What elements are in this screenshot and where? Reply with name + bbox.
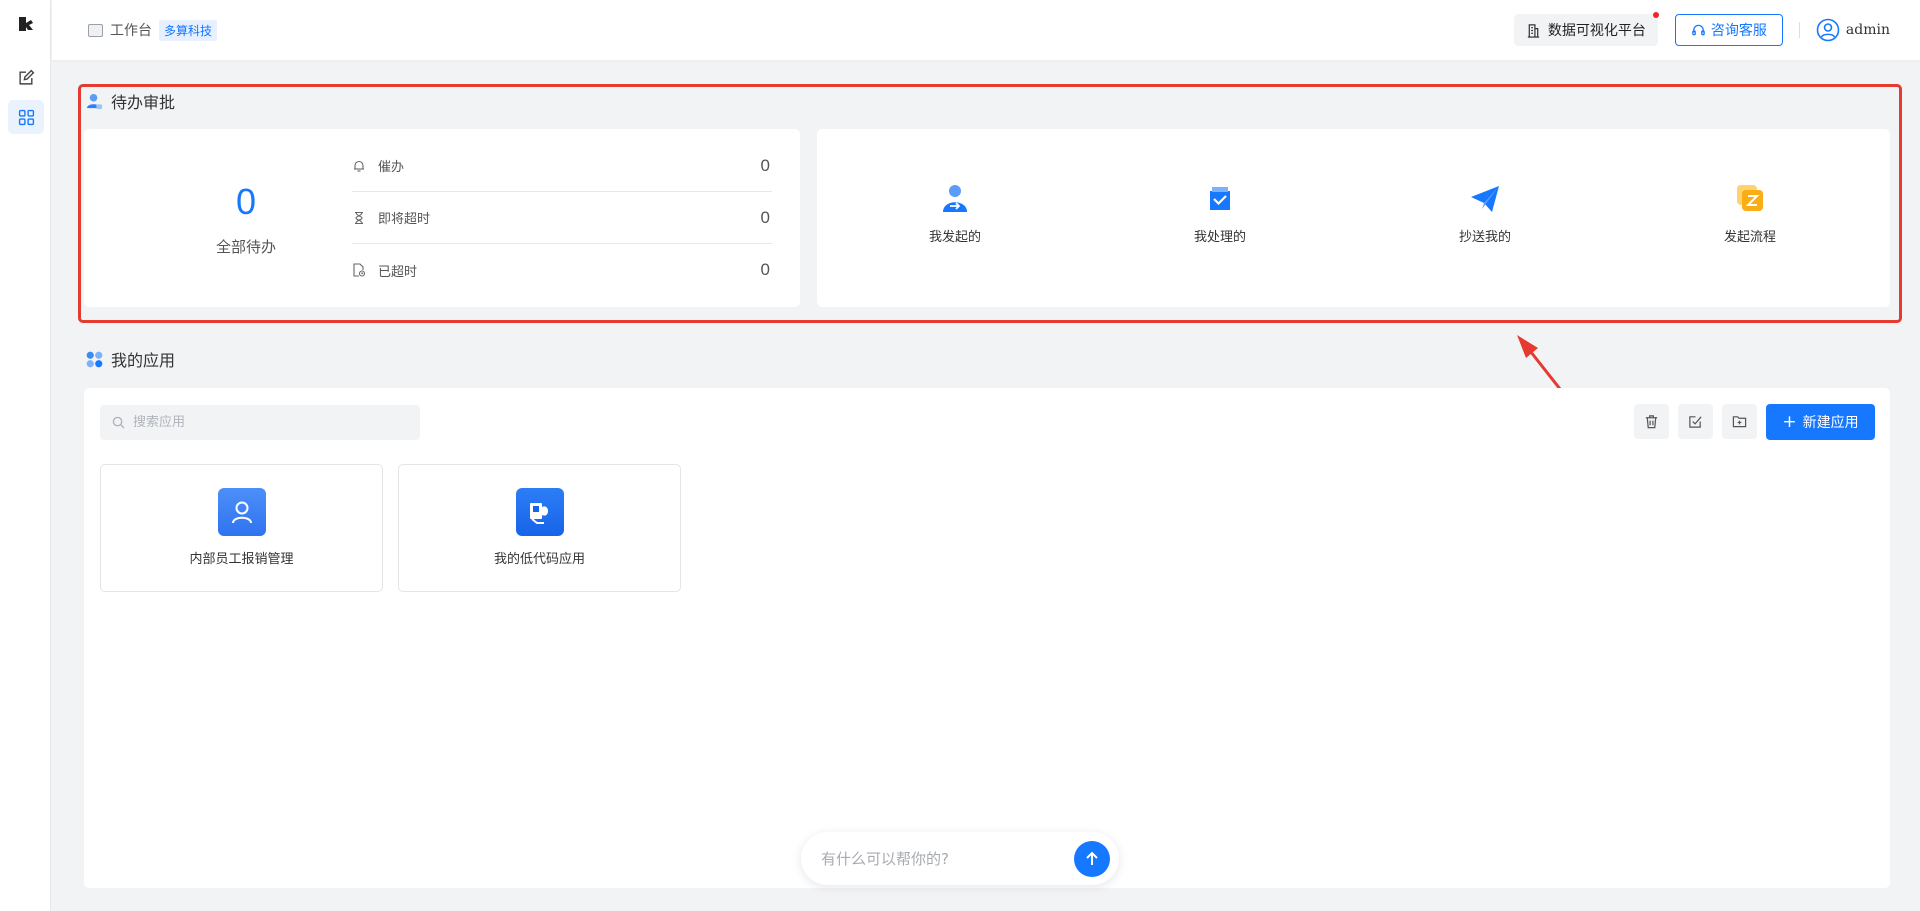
app-card-lowcode[interactable]: 我的低代码应用 <box>398 464 681 592</box>
assistant-chat <box>801 832 1119 885</box>
quick-label: 发起流程 <box>1723 230 1776 245</box>
quick-start-process[interactable]: 发起流程 <box>1690 182 1810 245</box>
app-name: 内部员工报销管理 <box>189 552 294 567</box>
send-button[interactable] <box>1074 841 1110 877</box>
hourglass-icon <box>355 211 363 224</box>
quick-cc-me[interactable]: 抄送我的 <box>1425 182 1545 245</box>
quick-handled-by-me[interactable]: 我处理的 <box>1160 182 1280 245</box>
new-folder-button[interactable] <box>1722 404 1757 439</box>
camera-app-icon <box>529 503 548 524</box>
breadcrumb: 工作台 多算科技 <box>88 19 218 41</box>
apps-title: 我的应用 <box>111 351 176 370</box>
logo-icon[interactable] <box>16 14 36 34</box>
todo-row-soon-timeout[interactable]: 即将超时 0 <box>352 192 772 244</box>
todo-row-value: 0 <box>760 260 770 279</box>
todo-row-urge[interactable]: 催办 0 <box>352 140 772 192</box>
header-actions: 数据可视化平台 咨询客服 admin <box>1513 12 1890 47</box>
app-icon-tile <box>515 488 564 536</box>
trash-icon <box>1645 415 1658 429</box>
user-icon <box>231 501 252 524</box>
folder-add-icon <box>1732 416 1747 428</box>
todo-quick-actions-card: 我发起的 我处理的 抄送我的 发起流程 <box>817 129 1890 307</box>
total-todo-label: 全部待办 <box>215 238 276 256</box>
new-app-label: 新建应用 <box>1802 415 1859 431</box>
chat-input[interactable] <box>821 849 1071 868</box>
quick-initiated-by-me[interactable]: 我发起的 <box>895 182 1015 245</box>
dataviz-platform-button[interactable]: 数据可视化平台 <box>1513 12 1659 46</box>
app-icon-tile <box>217 488 266 536</box>
plus-icon: + <box>1782 411 1797 432</box>
todo-row-label: 已超时 <box>378 264 418 280</box>
todo-row-value: 0 <box>760 207 770 227</box>
header-divider <box>1798 22 1800 38</box>
quick-label: 我发起的 <box>928 230 981 245</box>
org-tag: 多算科技 <box>159 19 218 41</box>
workspace-icon <box>88 23 103 37</box>
dataviz-label: 数据可视化平台 <box>1547 23 1646 39</box>
edit-icon <box>18 69 34 85</box>
batch-select-button[interactable] <box>1678 404 1713 439</box>
consult-label: 咨询客服 <box>1710 23 1767 39</box>
start-process-icon <box>1737 185 1763 211</box>
sidebar-item-apps[interactable] <box>8 100 44 134</box>
headset-icon <box>1692 24 1705 35</box>
new-app-button[interactable]: + 新建应用 <box>1766 404 1875 440</box>
todo-row-label: 催办 <box>378 160 405 175</box>
notification-dot <box>1652 12 1659 18</box>
apps-section-title: 我的应用 <box>86 347 175 371</box>
checkbox-icon <box>1689 416 1702 428</box>
app-card-reimbursement[interactable]: 内部员工报销管理 <box>100 464 383 592</box>
todo-row-value: 0 <box>760 155 770 175</box>
cc-me-icon <box>1471 186 1499 212</box>
grid-icon <box>18 109 34 125</box>
consult-service-button[interactable]: 咨询客服 <box>1674 14 1783 46</box>
handled-by-me-icon <box>1210 187 1230 210</box>
apps-card: + 新建应用 内部员工报销管理 我的低代码应用 <box>84 388 1890 888</box>
app-search[interactable] <box>100 405 420 440</box>
sidebar <box>0 0 51 911</box>
bell-icon <box>354 160 364 172</box>
app-search-input[interactable] <box>133 415 403 430</box>
todo-row-overdue[interactable]: 已超时 0 <box>352 244 772 296</box>
arrow-up-icon <box>1086 851 1098 865</box>
breadcrumb-workspace[interactable]: 工作台 <box>110 20 152 40</box>
app-name: 我的低代码应用 <box>493 552 585 567</box>
todo-section-title: 待办审批 <box>86 89 175 113</box>
building-icon <box>1527 23 1540 38</box>
sidebar-item-edit[interactable] <box>8 60 44 94</box>
avatar-icon <box>1816 18 1840 42</box>
todo-row-label: 即将超时 <box>378 212 431 227</box>
username: admin <box>1845 22 1890 38</box>
apps-icon <box>86 351 103 367</box>
top-header: 工作台 多算科技 数据可视化平台 咨询客服 admin <box>52 0 1920 60</box>
overdue-file-icon <box>353 263 366 277</box>
todo-summary-card: 0 全部待办 催办 0 即将超时 0 已超时 0 <box>84 129 800 307</box>
user-approval-icon <box>86 93 103 109</box>
quick-label: 我处理的 <box>1193 230 1246 245</box>
delete-button[interactable] <box>1634 404 1669 439</box>
todo-title: 待办审批 <box>111 93 176 112</box>
total-todo-count[interactable]: 0 <box>211 181 281 223</box>
search-icon <box>112 416 125 429</box>
user-menu[interactable]: admin <box>1816 18 1890 42</box>
initiated-by-me-icon <box>943 185 967 212</box>
quick-label: 抄送我的 <box>1458 230 1511 245</box>
